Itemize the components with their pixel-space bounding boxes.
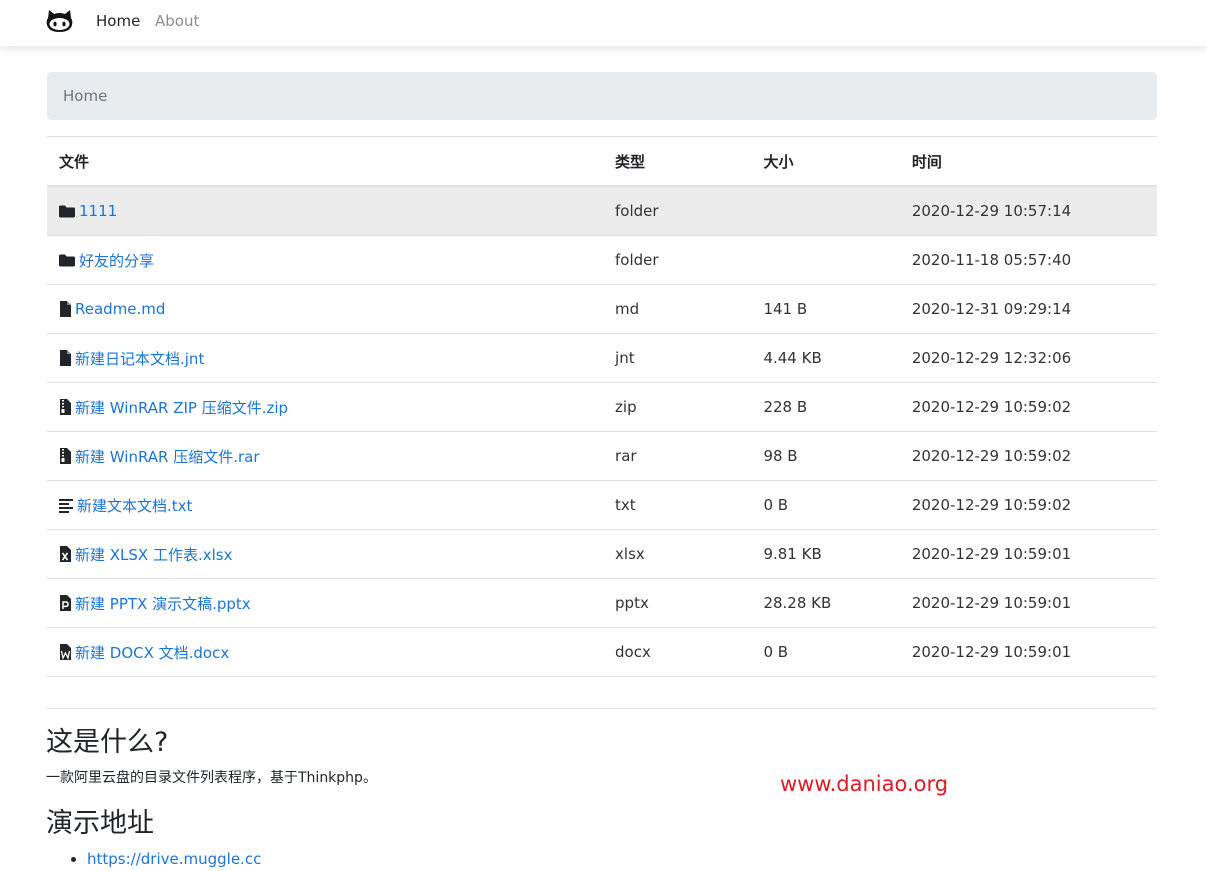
cell-name: 新建 DOCX 文档.docx: [47, 627, 604, 677]
cell-type: pptx: [603, 578, 752, 628]
cell-type: rar: [603, 431, 752, 481]
cell-size: 28.28 KB: [751, 578, 900, 628]
list-item: https://drive.muggle.cc: [87, 848, 261, 870]
file-zip-icon: [60, 399, 71, 415]
nav-home-link[interactable]: Home: [96, 11, 140, 31]
demo-link[interactable]: https://drive.muggle.cc: [87, 850, 261, 868]
folder-icon: [59, 254, 75, 267]
table-row[interactable]: 新建 XLSX 工作表.xlsx xlsx 9.81 KB 2020-12-29 10…: [47, 529, 1157, 579]
file-link[interactable]: 新建 PPTX 演示文稿.pptx: [75, 593, 251, 614]
cell-type: zip: [603, 382, 752, 432]
cell-time: 2020-11-18 05:57:40: [899, 235, 1157, 285]
breadcrumb: Home: [47, 72, 1157, 120]
file-link[interactable]: 新建 XLSX 工作表.xlsx: [75, 544, 232, 565]
readme-description: 一款阿里云盘的目录文件列表程序，基于Thinkphp。: [46, 770, 377, 786]
cell-size: [751, 235, 900, 285]
file-link[interactable]: Readme.md: [75, 300, 165, 318]
cell-type: folder: [603, 235, 752, 285]
header-type: 类型: [603, 136, 752, 187]
table-row[interactable]: Readme.md md 141 B 2020-12-31 09:29:14: [47, 284, 1157, 334]
file-zip-icon: [60, 448, 71, 464]
table-row[interactable]: 新建 WinRAR ZIP 压缩文件.zip zip 228 B 2020-12-29…: [47, 382, 1157, 432]
cell-size: 141 B: [751, 284, 900, 334]
table-row[interactable]: 新建日记本文档.jnt jnt 4.44 KB 2020-12-29 12:32:06: [47, 333, 1157, 383]
cell-type: txt: [603, 480, 752, 530]
readme-heading-what: 这是什么?: [46, 727, 169, 758]
file-list: 1111 folder 2020-12-29 10:57:14 好友的分享 folder…: [47, 186, 1157, 677]
cell-time: 2020-12-29 10:59:02: [899, 431, 1157, 481]
cell-type: jnt: [603, 333, 752, 383]
cell-size: 4.44 KB: [751, 333, 900, 383]
nav-about-link[interactable]: About: [155, 11, 199, 31]
cell-name: 新建文本文档.txt: [47, 480, 604, 530]
table-row[interactable]: 好友的分享 folder 2020-11-18 05:57:40: [47, 235, 1157, 285]
file-link[interactable]: 新建 DOCX 文档.docx: [75, 642, 229, 663]
header-name: 文件: [47, 136, 604, 187]
file-link[interactable]: 新建 WinRAR ZIP 压缩文件.zip: [75, 397, 288, 418]
cell-time: 2020-12-29 10:59:01: [899, 578, 1157, 628]
table-row[interactable]: 新建 WinRAR 压缩文件.rar rar 98 B 2020-12-29 10:5…: [47, 431, 1157, 481]
file-link[interactable]: 1111: [79, 202, 117, 220]
file-word-icon: [60, 644, 71, 660]
cell-size: 9.81 KB: [751, 529, 900, 579]
cell-time: 2020-12-29 10:57:14: [899, 186, 1157, 236]
file-link[interactable]: 新建 WinRAR 压缩文件.rar: [75, 446, 260, 467]
cell-name: 新建 XLSX 工作表.xlsx: [47, 529, 604, 579]
table-header-row: 文件 类型 大小 时间: [47, 136, 1157, 187]
watermark-text: www.daniao.org: [780, 772, 949, 796]
cell-name: 新建 WinRAR ZIP 压缩文件.zip: [47, 382, 604, 432]
cell-time: 2020-12-29 10:59:01: [899, 529, 1157, 579]
cell-name: 1111: [47, 186, 604, 236]
section-divider: [47, 708, 1157, 709]
cell-type: docx: [603, 627, 752, 677]
file-excel-icon: [60, 546, 71, 562]
readme-heading-demo: 演示地址: [46, 808, 154, 839]
table-row[interactable]: 1111 folder 2020-12-29 10:57:14: [47, 186, 1157, 236]
table-row[interactable]: 新建 DOCX 文档.docx docx 0 B 2020-12-29 10:59:0…: [47, 627, 1157, 677]
header-time: 时间: [899, 136, 1157, 187]
cell-size: 0 B: [751, 627, 900, 677]
cell-type: xlsx: [603, 529, 752, 579]
navbar: Home About: [0, 0, 1207, 46]
file-text-icon: [59, 499, 73, 513]
cell-size: 98 B: [751, 431, 900, 481]
cell-time: 2020-12-31 09:29:14: [899, 284, 1157, 334]
file-link[interactable]: 新建文本文档.txt: [77, 495, 192, 516]
cell-type: folder: [603, 186, 752, 236]
cell-name: 新建日记本文档.jnt: [47, 333, 604, 383]
file-powerpoint-icon: [60, 595, 71, 611]
cell-size: [751, 186, 900, 236]
cell-name: Readme.md: [47, 284, 604, 334]
file-link[interactable]: 新建日记本文档.jnt: [75, 348, 204, 369]
cell-time: 2020-12-29 10:59:02: [899, 382, 1157, 432]
cell-name: 新建 WinRAR 压缩文件.rar: [47, 431, 604, 481]
file-icon: [60, 301, 71, 317]
cell-time: 2020-12-29 10:59:02: [899, 480, 1157, 530]
folder-icon: [59, 205, 75, 218]
github-octocat-icon[interactable]: [46, 9, 73, 32]
table-row[interactable]: 新建文本文档.txt txt 0 B 2020-12-29 10:59:02: [47, 480, 1157, 530]
cell-name: 好友的分享: [47, 235, 604, 285]
table-row[interactable]: 新建 PPTX 演示文稿.pptx pptx 28.28 KB 2020-12-29 …: [47, 578, 1157, 628]
cell-time: 2020-12-29 12:32:06: [899, 333, 1157, 383]
file-icon: [60, 350, 71, 366]
file-table: 文件 类型 大小 时间 1111 folder 2020-12-29 10:57:1…: [47, 136, 1157, 677]
breadcrumb-item-home[interactable]: Home: [63, 87, 107, 105]
header-size: 大小: [751, 136, 900, 187]
cell-type: md: [603, 284, 752, 334]
file-link[interactable]: 好友的分享: [79, 250, 154, 271]
cell-name: 新建 PPTX 演示文稿.pptx: [47, 578, 604, 628]
demo-link-list: https://drive.muggle.cc: [46, 848, 261, 870]
cell-size: 228 B: [751, 382, 900, 432]
cell-time: 2020-12-29 10:59:01: [899, 627, 1157, 677]
cell-size: 0 B: [751, 480, 900, 530]
